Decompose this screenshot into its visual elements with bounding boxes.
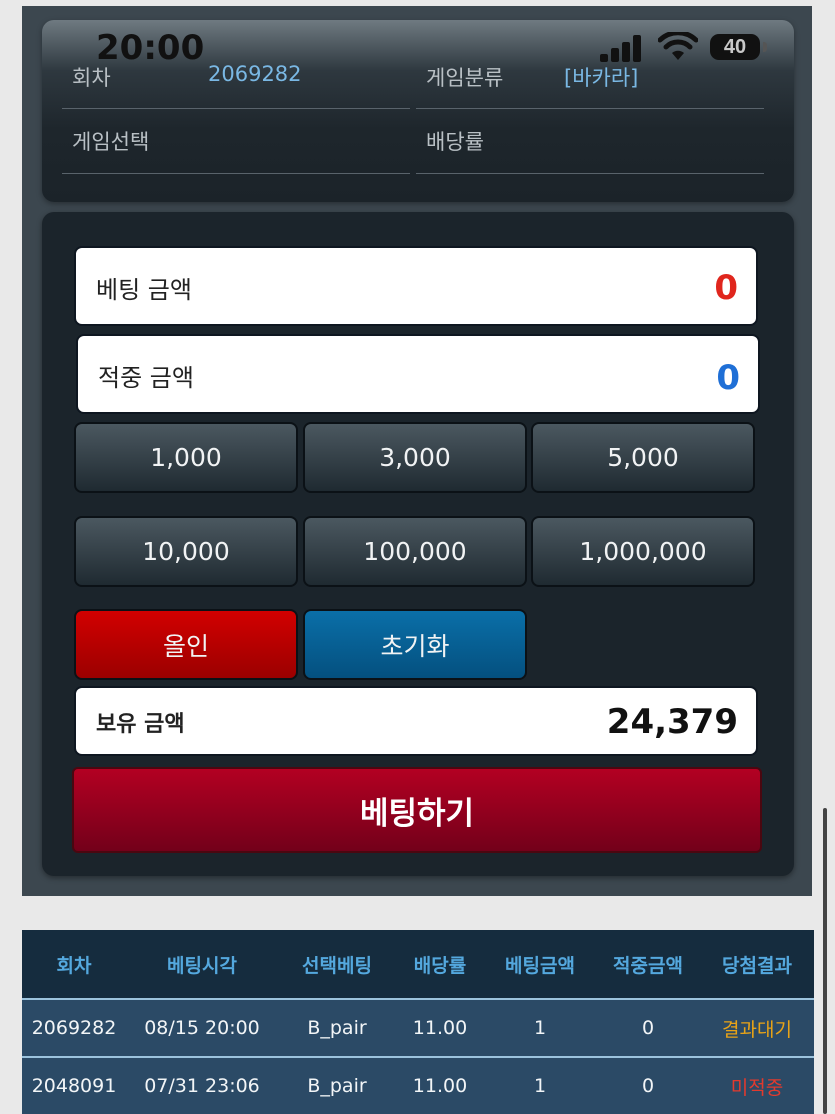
odds-label: 배당률	[426, 130, 484, 154]
cell-result: 미적중	[730, 1076, 784, 1099]
cell-round: 2069282	[31, 1017, 117, 1039]
win-amount-box: 적중 금액 0	[76, 334, 760, 414]
cell-result: 결과대기	[722, 1018, 792, 1041]
battery-tip	[763, 42, 767, 52]
chip-5000-button[interactable]: 5,000	[531, 422, 755, 493]
chip-1000000-button[interactable]: 1,000,000	[531, 516, 755, 587]
reset-button[interactable]: 초기화	[303, 609, 527, 680]
divider	[62, 108, 410, 109]
cell-bet-time: 07/31 23:06	[144, 1075, 260, 1097]
chip-3000-button[interactable]: 3,000	[303, 422, 527, 493]
column-header: 베팅금액	[505, 954, 575, 977]
balance-value: 24,379	[606, 702, 738, 742]
column-header: 당첨결과	[722, 954, 792, 977]
cell-bet-time: 08/15 20:00	[144, 1017, 260, 1039]
cell-odds: 11.00	[412, 1075, 468, 1097]
divider	[416, 108, 764, 109]
place-bet-button[interactable]: 베팅하기	[72, 767, 762, 853]
chip-1000-button[interactable]: 1,000	[74, 422, 298, 493]
cellular-signal-icon	[600, 34, 646, 62]
column-header: 선택베팅	[302, 954, 372, 977]
page-scrollbar[interactable]	[823, 808, 827, 1114]
win-amount-label: 적중 금액	[98, 364, 194, 392]
table-row[interactable]: 2069282 08/15 20:00 B_pair 11.00 1 0 결과대…	[22, 998, 814, 1056]
cell-bet-amount: 1	[533, 1017, 547, 1039]
round-label: 회차	[72, 66, 111, 90]
divider	[416, 173, 764, 174]
status-icons: 40	[600, 30, 780, 64]
chip-10000-button[interactable]: 10,000	[74, 516, 298, 587]
cell-win-amount: 0	[641, 1075, 655, 1097]
table-row[interactable]: 2048091 07/31 23:06 B_pair 11.00 1 0 미적중	[22, 1056, 814, 1114]
round-value: 2069282	[208, 62, 302, 86]
cell-selection: B_pair	[307, 1017, 367, 1039]
battery-icon: 40	[710, 34, 760, 60]
column-header: 적중금액	[613, 954, 683, 977]
wifi-icon	[658, 32, 698, 60]
balance-label: 보유 금액	[96, 712, 185, 737]
status-time: 20:00	[96, 28, 205, 68]
bet-amount-label: 베팅 금액	[96, 276, 192, 304]
cell-selection: B_pair	[307, 1075, 367, 1097]
bet-amount-value: 0	[714, 268, 738, 308]
chip-100000-button[interactable]: 100,000	[303, 516, 527, 587]
all-in-button[interactable]: 올인	[74, 609, 298, 680]
cell-win-amount: 0	[641, 1017, 655, 1039]
column-header: 베팅시각	[167, 954, 237, 977]
cell-bet-amount: 1	[533, 1075, 547, 1097]
bet-history-table: 회차 베팅시각 선택베팅 배당률 베팅금액 적중금액 당첨결과 2069282 …	[22, 930, 814, 1114]
balance-box: 보유 금액 24,379	[74, 686, 758, 756]
selection-label: 게임선택	[72, 130, 150, 154]
table-header: 회차 베팅시각 선택베팅 배당률 베팅금액 적중금액 당첨결과	[22, 930, 814, 998]
cell-round: 2048091	[31, 1075, 117, 1097]
cell-odds: 11.00	[412, 1017, 468, 1039]
category-label: 게임분류	[426, 66, 504, 90]
category-value: [바카라]	[564, 66, 639, 90]
column-header: 회차	[56, 954, 92, 977]
bet-amount-box: 베팅 금액 0	[74, 246, 758, 326]
divider	[62, 173, 410, 174]
column-header: 배당률	[413, 954, 467, 977]
win-amount-value: 0	[716, 358, 740, 398]
